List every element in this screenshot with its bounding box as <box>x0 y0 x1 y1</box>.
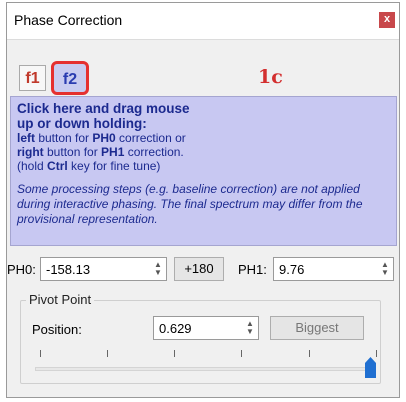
help-ctrl: Ctrl <box>47 159 68 173</box>
slider-tick <box>376 350 377 357</box>
slider-tick <box>174 350 175 357</box>
slider-tick <box>107 350 108 357</box>
mode-label: 1c <box>258 66 283 88</box>
interactive-phasing-area[interactable]: Click here and drag mouse up or down hol… <box>10 96 397 246</box>
phase-controls-row: PH0: -158.13 ▲ ▼ +180 PH1: 9.76 ▲ ▼ <box>7 257 399 283</box>
tab-f1[interactable]: f1 <box>19 65 46 91</box>
slider-tick <box>40 350 41 357</box>
ph1-value: 9.76 <box>279 262 305 277</box>
close-button[interactable]: x <box>379 12 395 28</box>
position-spinbox[interactable]: 0.629 ▲ ▼ <box>153 316 259 340</box>
help-hold-pre: (hold <box>17 159 48 173</box>
ph1-label: PH1: <box>238 262 267 277</box>
window-title: Phase Correction <box>14 12 123 28</box>
tab-f2[interactable]: f2 <box>51 61 89 95</box>
ph1-spinbox[interactable]: 9.76 ▲ ▼ <box>273 257 394 281</box>
help-hold-post: key for fine tune) <box>67 159 161 173</box>
help-right-rest: button for <box>43 145 102 159</box>
help-right-tail: correction. <box>124 145 184 159</box>
ph0-label: PH0: <box>7 262 36 277</box>
position-label: Position: <box>32 322 82 337</box>
biggest-button[interactable]: Biggest <box>270 316 364 340</box>
spin-arrows-icon[interactable]: ▲ ▼ <box>153 261 163 277</box>
help-right-line: right button for PH1 correction. <box>17 145 390 159</box>
help-heading-line2: up or down holding: <box>17 116 147 131</box>
help-heading-line1: Click here and drag mouse <box>17 101 190 116</box>
help-left-rest: button for <box>35 131 93 145</box>
ph0-spinbox[interactable]: -158.13 ▲ ▼ <box>40 257 167 281</box>
help-note: Some processing steps (e.g. baseline cor… <box>17 182 363 226</box>
help-ph0: PH0 <box>92 131 116 145</box>
pivot-point-group: Pivot Point <box>20 292 381 384</box>
help-right-word: right <box>17 145 44 159</box>
help-left-line: left button for PH0 correction or <box>17 131 390 145</box>
help-hold-line: (hold Ctrl key for fine tune) <box>17 159 390 173</box>
slider-tick <box>241 350 242 357</box>
spin-arrows-icon[interactable]: ▲ ▼ <box>245 320 255 336</box>
spin-arrows-icon[interactable]: ▲ ▼ <box>380 261 390 277</box>
title-bar[interactable]: Phase Correction x <box>7 3 399 40</box>
pivot-slider-track[interactable] <box>35 367 375 371</box>
pivot-slider-thumb[interactable] <box>365 357 376 378</box>
help-left-word: left <box>17 131 35 145</box>
help-ph1: PH1 <box>101 145 125 159</box>
ph0-value: -158.13 <box>46 262 91 277</box>
help-left-tail: correction or <box>115 131 186 145</box>
pivot-group-title: Pivot Point <box>26 292 95 307</box>
plus180-button[interactable]: +180 <box>174 257 224 281</box>
slider-tick <box>309 350 310 357</box>
position-value: 0.629 <box>159 321 192 336</box>
